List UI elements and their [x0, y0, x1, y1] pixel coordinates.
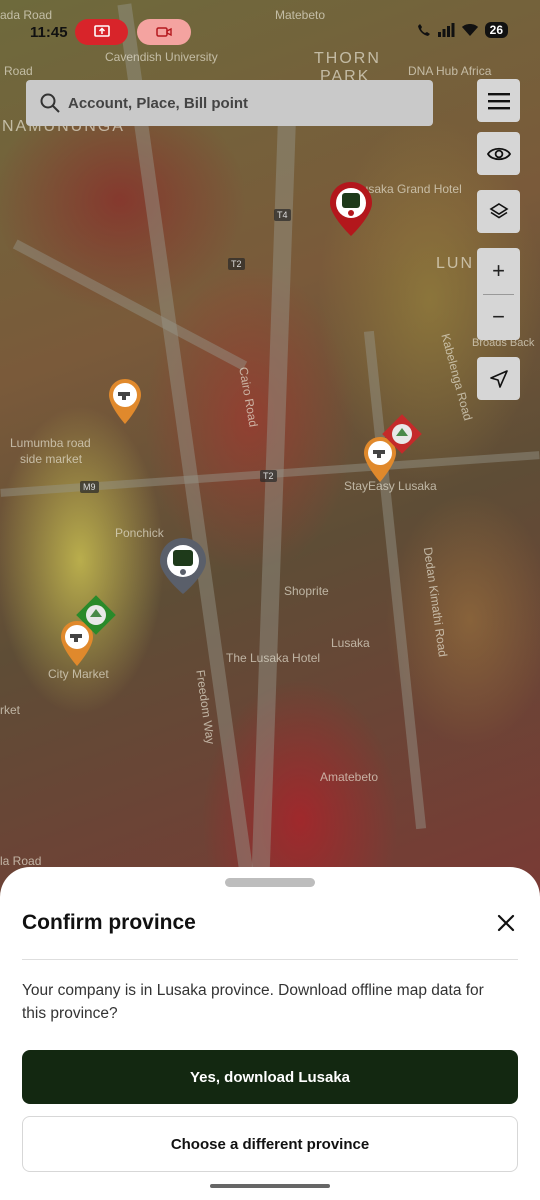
- map-label: rket: [0, 703, 21, 717]
- eye-icon: [486, 147, 511, 160]
- map-road: [363, 330, 427, 830]
- status-time: 11:45: [30, 24, 68, 41]
- wifi-icon: [461, 24, 478, 36]
- road-shield: T2: [228, 258, 245, 270]
- bill-point-marker-red[interactable]: [327, 180, 375, 240]
- menu-icon: [487, 92, 510, 109]
- screen-share-icon: [93, 25, 110, 37]
- map-road: [12, 239, 248, 371]
- close-button[interactable]: [494, 911, 518, 935]
- road-shield: T4: [274, 209, 291, 221]
- map-label: la Road: [0, 854, 42, 868]
- map-label: Shoprite: [284, 584, 329, 598]
- map-label: Amatebeto: [320, 770, 379, 784]
- status-bar: 11:45 26: [0, 0, 540, 64]
- choose-province-button[interactable]: Choose a different province: [22, 1116, 518, 1172]
- close-icon: [497, 914, 515, 932]
- sheet-message: Your company is in Lusaka province. Down…: [22, 982, 484, 1022]
- map-label: side market: [20, 452, 83, 466]
- zoom-out-button[interactable]: −: [477, 294, 520, 340]
- sheet-divider: [22, 959, 518, 960]
- visibility-button[interactable]: [477, 132, 520, 175]
- map-label: DNA Hub Africa: [408, 64, 492, 78]
- status-icons: 26: [417, 22, 508, 38]
- map-label: LUN: [436, 255, 475, 272]
- layers-icon: [488, 202, 509, 218]
- map-road: [117, 3, 257, 897]
- facility-marker-green[interactable]: [74, 593, 118, 637]
- bill-point-marker-gray[interactable]: [158, 536, 208, 598]
- screen-share-indicator[interactable]: [75, 19, 128, 45]
- search-bar[interactable]: Account, Place, Bill point: [26, 80, 433, 126]
- locate-button[interactable]: [477, 357, 520, 400]
- map-label: Lusaka: [331, 636, 370, 650]
- layers-button[interactable]: [477, 190, 520, 233]
- battery-icon: 26: [484, 22, 508, 38]
- map-label: The Lusaka Hotel: [226, 651, 321, 665]
- video-call-indicator[interactable]: [137, 19, 191, 45]
- water-tap-marker[interactable]: [108, 378, 142, 426]
- zoom-divider: [483, 294, 514, 295]
- map-road: [250, 79, 298, 900]
- navigation-arrow-icon: [489, 369, 508, 388]
- map-label: City Market: [48, 667, 109, 681]
- map-label: Cairo Road: [236, 365, 261, 429]
- road-shield: M9: [80, 481, 99, 493]
- call-icon: [417, 24, 430, 36]
- map-label: Dedan Kimathi Road: [420, 546, 451, 658]
- road-shield: T2: [260, 470, 277, 482]
- signal-icon: [437, 23, 455, 37]
- video-call-icon: [156, 27, 172, 37]
- map-view[interactable]: ada Road Road Cavendish University Mateb…: [0, 0, 540, 900]
- map-label: Lumumba road: [10, 436, 91, 450]
- map-label: Road: [4, 64, 33, 78]
- search-input[interactable]: Account, Place, Bill point: [68, 95, 248, 112]
- search-icon: [40, 93, 60, 113]
- map-label: Ponchick: [115, 526, 164, 540]
- sheet-title: Confirm province: [22, 911, 196, 934]
- map-label: Kabelenga Road: [438, 332, 476, 422]
- facility-marker-red[interactable]: [380, 412, 424, 456]
- home-indicator[interactable]: [210, 1184, 330, 1188]
- zoom-control: + −: [477, 248, 520, 340]
- zoom-in-button[interactable]: +: [477, 248, 520, 294]
- download-province-button[interactable]: Yes, download Lusaka: [22, 1050, 518, 1104]
- confirm-province-sheet: Confirm province Your company is in Lusa…: [0, 867, 540, 1200]
- menu-button[interactable]: [477, 79, 520, 122]
- sheet-drag-handle[interactable]: [225, 878, 315, 887]
